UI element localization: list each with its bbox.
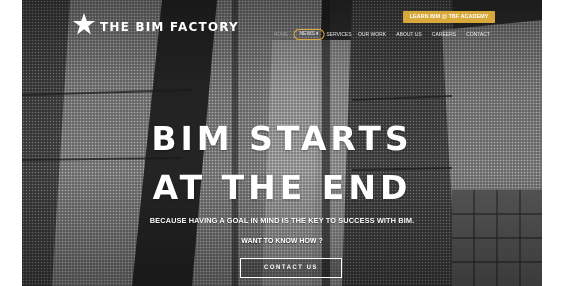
nav-item-services[interactable]: SERVICES bbox=[326, 30, 351, 40]
nav-item-about-us[interactable]: ABOUT US bbox=[396, 30, 421, 40]
nav-item-our-work[interactable]: OUR WORK bbox=[358, 30, 386, 40]
hero-headline-line2: AT THE END bbox=[152, 168, 412, 207]
hero-subtitle: BECAUSE HAVING A GOAL IN MIND IS THE KEY… bbox=[149, 216, 415, 225]
contact-us-button[interactable]: CONTACT US bbox=[240, 258, 342, 278]
nav-item-contact[interactable]: CONTACT bbox=[466, 30, 490, 40]
hero-section: THE BIM FACTORY LEARN BIM @ TBF ACADEMY … bbox=[22, 0, 542, 286]
academy-button[interactable]: LEARN BIM @ TBF ACADEMY bbox=[403, 11, 495, 23]
main-nav: HOME NEWS ▾ SERVICES OUR WORK ABOUT US C… bbox=[22, 29, 542, 40]
nav-item-careers[interactable]: CAREERS bbox=[432, 30, 456, 40]
nav-item-news[interactable]: NEWS ▾ bbox=[293, 29, 325, 40]
hero-question: WANT TO KNOW HOW ? bbox=[241, 238, 323, 245]
hero-headline-line1: BIM STARTS bbox=[151, 119, 413, 158]
page: THE BIM FACTORY LEARN BIM @ TBF ACADEMY … bbox=[0, 0, 564, 286]
nav-item-home[interactable]: HOME bbox=[274, 30, 289, 40]
